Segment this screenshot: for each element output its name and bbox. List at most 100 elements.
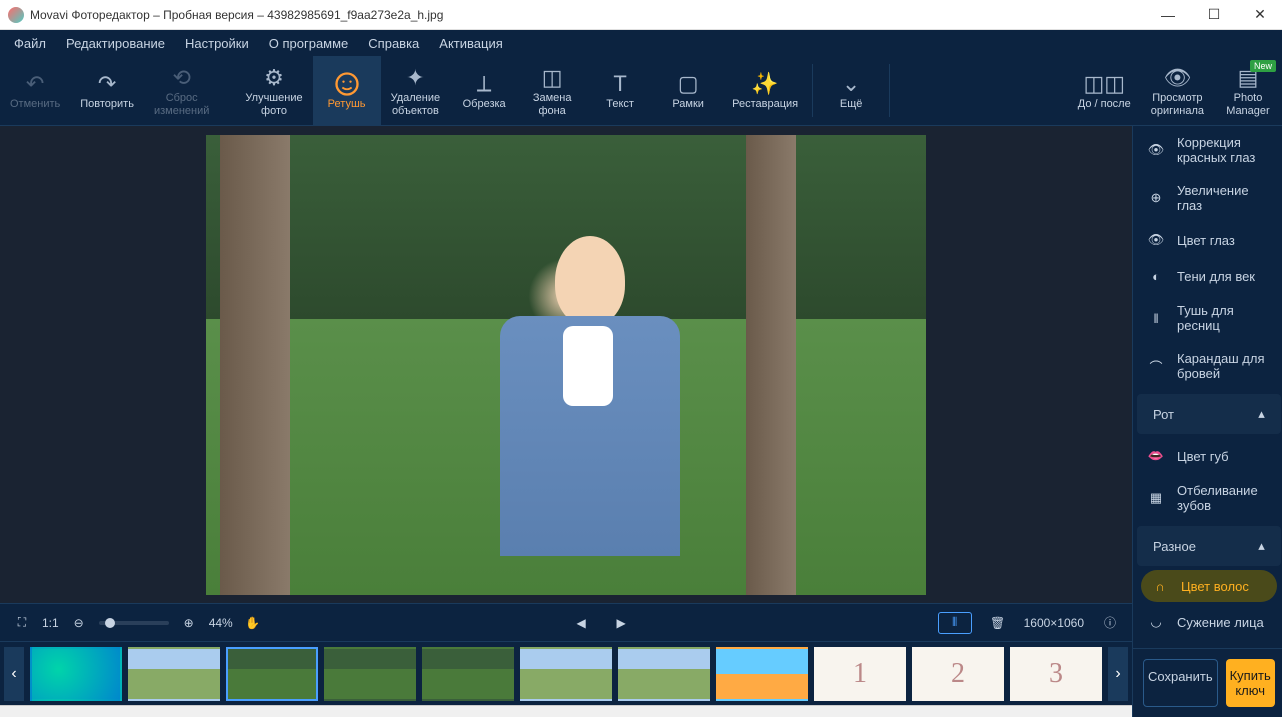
frames-icon: ▢ xyxy=(678,70,699,98)
menu-edit[interactable]: Редактирование xyxy=(58,33,173,54)
reset-button[interactable]: ⟲ Сброс изменений xyxy=(144,56,219,125)
panel-section-label: Разное xyxy=(1153,539,1196,554)
replace-bg-button[interactable]: ◫ Замена фона xyxy=(518,56,586,125)
panel-footer: Сохранить Купить ключ xyxy=(1133,648,1282,717)
filmstrip-thumb[interactable]: 3 xyxy=(1010,647,1102,701)
zoom-out-button[interactable]: ⊖ xyxy=(67,611,91,635)
panel-item-reshape[interactable]: ⬚ Изменение формы xyxy=(1133,640,1282,648)
panel-item-red-eye[interactable]: 👁 Коррекция красных глаз xyxy=(1133,126,1282,174)
app-logo-icon xyxy=(8,7,24,23)
panel-item-label: Цвет глаз xyxy=(1177,233,1235,248)
undo-button[interactable]: ↶ Отменить xyxy=(0,56,70,125)
canvas-area: ⛶ 1:1 ⊖ ⊕ 44% ✋ ◀ ▶ ⫴ 🗑 1600×1060 ⓘ ‹ xyxy=(0,126,1132,717)
panel-item-mascara[interactable]: ‖ Тушь для ресниц xyxy=(1133,294,1282,342)
fullscreen-button[interactable]: ⛶ xyxy=(10,611,34,635)
horizontal-scrollbar[interactable] xyxy=(0,705,1132,717)
info-button[interactable]: ⓘ xyxy=(1098,611,1122,635)
dimensions-label: 1600×1060 xyxy=(1024,616,1084,630)
filmstrip-thumb[interactable] xyxy=(30,647,122,701)
chevron-up-icon: ▴ xyxy=(1258,538,1265,554)
panel-item-teeth-whitening[interactable]: ▦ Отбеливание зубов xyxy=(1133,474,1282,522)
text-icon: T xyxy=(613,70,626,98)
menu-help[interactable]: Справка xyxy=(360,33,427,54)
menu-activation[interactable]: Активация xyxy=(431,33,510,54)
filmstrip-prev-button[interactable]: ‹ xyxy=(4,647,24,701)
retouch-button[interactable]: Ретушь xyxy=(313,56,381,125)
enhance-label: Улучшение фото xyxy=(245,92,302,117)
menubar: Файл Редактирование Настройки О программ… xyxy=(0,30,1282,56)
more-button[interactable]: ⌄ Ещё xyxy=(817,56,885,125)
eye-icon: 👁 xyxy=(1163,64,1191,92)
filmstrip-thumb[interactable]: 2 xyxy=(912,647,1004,701)
restoration-icon: ✨ xyxy=(751,70,778,98)
eyebrow-icon: ⌒ xyxy=(1147,357,1165,375)
text-button[interactable]: T Текст xyxy=(586,56,654,125)
save-button[interactable]: Сохранить xyxy=(1143,659,1218,707)
menu-settings[interactable]: Настройки xyxy=(177,33,257,54)
remove-objects-button[interactable]: ✦ Удаление объектов xyxy=(381,56,451,125)
crop-label: Обрезка xyxy=(463,98,506,111)
next-image-button[interactable]: ▶ xyxy=(609,611,633,635)
redo-icon: ↷ xyxy=(98,70,116,98)
lips-icon: 👄 xyxy=(1147,447,1165,465)
panel-item-label: Тушь для ресниц xyxy=(1177,303,1271,333)
frames-label: Рамки xyxy=(672,98,704,111)
filmstrip-thumb[interactable] xyxy=(716,647,808,701)
filmstrip-thumb[interactable] xyxy=(520,647,612,701)
menu-about[interactable]: О программе xyxy=(261,33,357,54)
view-original-button[interactable]: 👁 Просмотр оригинала xyxy=(1141,56,1214,125)
filmstrip-next-button[interactable]: › xyxy=(1108,647,1128,701)
photo-manager-button[interactable]: New ▤ Photo Manager xyxy=(1214,56,1282,125)
filmstrip-thumb[interactable]: 1 xyxy=(814,647,906,701)
panel-item-label: Цвет волос xyxy=(1181,579,1249,594)
frames-button[interactable]: ▢ Рамки xyxy=(654,56,722,125)
buy-key-button[interactable]: Купить ключ xyxy=(1226,659,1275,707)
eyeshadow-icon: ◐ xyxy=(1147,267,1165,285)
remove-objects-icon: ✦ xyxy=(406,64,424,92)
enhance-button[interactable]: ⚙ Улучшение фото xyxy=(235,56,312,125)
eye-icon: 👁 xyxy=(1147,141,1165,159)
more-label: Ещё xyxy=(840,98,863,111)
canvas-controls: ⛶ 1:1 ⊖ ⊕ 44% ✋ ◀ ▶ ⫴ 🗑 1600×1060 ⓘ xyxy=(0,603,1132,641)
maximize-button[interactable]: ☐ xyxy=(1200,5,1228,25)
panel-item-eyeshadow[interactable]: ◐ Тени для век xyxy=(1133,258,1282,294)
panel-section-label: Рот xyxy=(1153,407,1174,422)
panel-item-enlarge-eyes[interactable]: ⊕ Увеличение глаз xyxy=(1133,174,1282,222)
before-after-label: До / после xyxy=(1078,98,1131,111)
minimize-button[interactable]: — xyxy=(1154,5,1182,25)
panel-item-face-slim[interactable]: ◡ Сужение лица xyxy=(1133,604,1282,640)
crop-button[interactable]: ⟂ Обрезка xyxy=(450,56,518,125)
hand-tool-button[interactable]: ✋ xyxy=(241,611,265,635)
panel-item-lip-color[interactable]: 👄 Цвет губ xyxy=(1133,438,1282,474)
menu-file[interactable]: Файл xyxy=(6,33,54,54)
zoom-slider[interactable] xyxy=(99,621,169,625)
photo-manager-label: Photo Manager xyxy=(1226,92,1269,117)
compare-button[interactable]: ⫴ xyxy=(938,612,972,634)
panel-section-mouth[interactable]: Рот ▴ xyxy=(1137,394,1281,434)
redo-button[interactable]: ↷ Повторить xyxy=(70,56,144,125)
filmstrip-thumb[interactable] xyxy=(618,647,710,701)
close-button[interactable]: ✕ xyxy=(1246,5,1274,25)
window-title: Movavi Фоторедактор – Пробная версия – 4… xyxy=(30,8,1154,22)
zoom-percent-label: 44% xyxy=(209,616,233,630)
filmstrip-thumb[interactable] xyxy=(422,647,514,701)
canvas[interactable] xyxy=(0,126,1132,603)
panel-item-eyebrow[interactable]: ⌒ Карандаш для бровей xyxy=(1133,342,1282,390)
panel-item-hair-color[interactable]: ∩ Цвет волос xyxy=(1141,570,1277,602)
filmstrip-thumb[interactable] xyxy=(128,647,220,701)
filmstrip-thumb[interactable] xyxy=(226,647,318,701)
restoration-button[interactable]: ✨ Реставрация xyxy=(722,56,808,125)
delete-button[interactable]: 🗑 xyxy=(986,611,1010,635)
panel-item-label: Коррекция красных глаз xyxy=(1177,135,1271,165)
zoom-in-button[interactable]: ⊕ xyxy=(177,611,201,635)
fit-1-1-button[interactable]: 1:1 xyxy=(42,616,59,630)
retouch-icon xyxy=(333,70,361,98)
toolbar: ↶ Отменить ↷ Повторить ⟲ Сброс изменений… xyxy=(0,56,1282,126)
prev-image-button[interactable]: ◀ xyxy=(569,611,593,635)
panel-item-eye-color[interactable]: 👁 Цвет глаз xyxy=(1133,222,1282,258)
enhance-icon: ⚙ xyxy=(264,64,284,92)
filmstrip-thumb[interactable] xyxy=(324,647,416,701)
chevron-up-icon: ▴ xyxy=(1258,406,1265,422)
panel-section-misc[interactable]: Разное ▴ xyxy=(1137,526,1281,566)
before-after-button[interactable]: ◫◫ До / после xyxy=(1068,56,1141,125)
